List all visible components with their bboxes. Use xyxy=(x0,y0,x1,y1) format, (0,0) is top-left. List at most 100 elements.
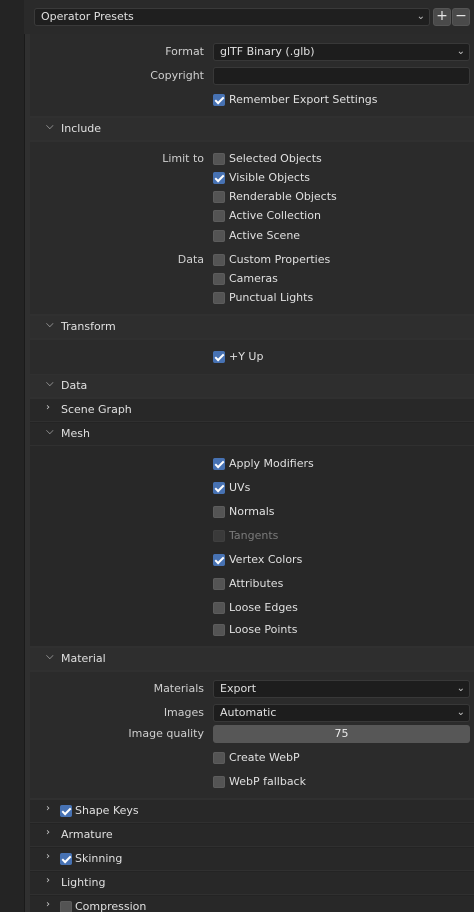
shape-keys-header[interactable]: › Shape Keys xyxy=(30,800,474,822)
materials-value: Export xyxy=(220,682,257,695)
punctual-lights-checkbox[interactable] xyxy=(213,292,225,304)
custom-properties-checkbox[interactable] xyxy=(213,254,225,266)
visible-objects-checkbox[interactable] xyxy=(213,172,225,184)
material-title: Material xyxy=(61,652,106,665)
y-up-label: +Y Up xyxy=(229,350,264,363)
selected-objects-checkbox[interactable] xyxy=(213,153,225,165)
shape-keys-checkbox[interactable] xyxy=(60,805,72,817)
active-collection-checkbox[interactable] xyxy=(213,210,225,222)
include-panel xyxy=(30,142,474,314)
copyright-input[interactable] xyxy=(213,67,470,85)
operator-presets-dropdown[interactable]: Operator Presets ⌄ xyxy=(34,8,430,26)
attributes-label: Attributes xyxy=(229,577,284,590)
images-label: Images xyxy=(163,706,204,719)
shape-keys-title: Shape Keys xyxy=(75,804,139,817)
chevron-right-icon: › xyxy=(46,899,50,910)
selected-objects-label: Selected Objects xyxy=(229,152,322,165)
normals-label: Normals xyxy=(229,505,275,518)
skinning-checkbox[interactable] xyxy=(60,853,72,865)
lighting-title: Lighting xyxy=(61,876,106,889)
cameras-checkbox[interactable] xyxy=(213,273,225,285)
chevron-right-icon: › xyxy=(46,875,50,886)
active-scene-label: Active Scene xyxy=(229,229,301,242)
active-collection-label: Active Collection xyxy=(229,209,321,222)
chevron-down-icon: ⌄ xyxy=(456,46,465,57)
format-value: glTF Binary (.glb) xyxy=(220,45,315,58)
chevron-down-icon: ⌵ xyxy=(46,426,54,437)
renderable-objects-checkbox[interactable] xyxy=(213,191,225,203)
armature-title: Armature xyxy=(61,828,113,841)
materials-dropdown[interactable]: Export ⌄ xyxy=(213,680,470,698)
chevron-right-icon: › xyxy=(46,803,50,814)
compression-checkbox[interactable] xyxy=(60,901,72,912)
visible-objects-label: Visible Objects xyxy=(229,171,310,184)
apply-modifiers-checkbox[interactable] xyxy=(213,458,225,470)
format-label: Format xyxy=(165,45,204,58)
scene-graph-subheader[interactable]: › Scene Graph xyxy=(30,399,474,421)
format-dropdown[interactable]: glTF Binary (.glb) ⌄ xyxy=(213,43,470,61)
mesh-panel xyxy=(30,446,474,646)
lighting-header[interactable]: › Lighting xyxy=(30,872,474,894)
data-title: Data xyxy=(61,379,88,392)
uvs-checkbox[interactable] xyxy=(213,482,225,494)
create-webp-label: Create WebP xyxy=(229,751,300,764)
tangents-label: Tangents xyxy=(229,529,279,542)
armature-header[interactable]: › Armature xyxy=(30,824,474,846)
transform-title: Transform xyxy=(61,320,116,333)
left-strip xyxy=(0,0,25,912)
punctual-lights-label: Punctual Lights xyxy=(229,291,314,304)
renderable-objects-label: Renderable Objects xyxy=(229,190,337,203)
chevron-right-icon: › xyxy=(46,851,50,862)
chevron-down-icon: ⌄ xyxy=(456,683,465,694)
materials-label: Materials xyxy=(153,682,204,695)
vertex-colors-checkbox[interactable] xyxy=(213,554,225,566)
copyright-label: Copyright xyxy=(150,69,204,82)
remember-settings-label: Remember Export Settings xyxy=(229,93,378,106)
chevron-down-icon: ⌵ xyxy=(46,121,54,132)
loose-points-checkbox[interactable] xyxy=(213,624,225,636)
webp-fallback-label: WebP fallback xyxy=(229,775,306,788)
transform-section-header[interactable]: ⌵ Transform xyxy=(30,316,474,338)
chevron-down-icon: ⌄ xyxy=(456,707,465,718)
loose-edges-checkbox[interactable] xyxy=(213,602,225,614)
active-scene-checkbox[interactable] xyxy=(213,230,225,242)
chevron-down-icon: ⌄ xyxy=(416,11,425,22)
attributes-checkbox[interactable] xyxy=(213,578,225,590)
compression-title: Compression xyxy=(75,900,147,912)
create-webp-checkbox[interactable] xyxy=(213,752,225,764)
data-section-header[interactable]: ⌵ Data xyxy=(30,375,474,397)
remember-settings-checkbox[interactable] xyxy=(213,94,225,106)
images-dropdown[interactable]: Automatic ⌄ xyxy=(213,704,470,722)
chevron-down-icon: ⌵ xyxy=(46,378,54,389)
tangents-checkbox[interactable] xyxy=(213,530,225,542)
loose-points-label: Loose Points xyxy=(229,623,298,636)
image-quality-slider[interactable]: 75 xyxy=(213,725,470,743)
custom-properties-label: Custom Properties xyxy=(229,253,331,266)
webp-fallback-checkbox[interactable] xyxy=(213,776,225,788)
material-section-header[interactable]: ⌵ Material xyxy=(30,648,474,670)
add-preset-button[interactable]: + xyxy=(433,8,451,26)
mesh-subheader[interactable]: ⌵ Mesh xyxy=(30,423,474,445)
image-quality-label: Image quality xyxy=(128,727,204,740)
loose-edges-label: Loose Edges xyxy=(229,601,298,614)
uvs-label: UVs xyxy=(229,481,251,494)
mesh-title: Mesh xyxy=(61,427,90,440)
compression-header[interactable]: › Compression xyxy=(30,896,474,912)
data-label: Data xyxy=(177,253,204,266)
operator-presets-label: Operator Presets xyxy=(41,10,134,23)
scene-graph-title: Scene Graph xyxy=(61,403,132,416)
apply-modifiers-label: Apply Modifiers xyxy=(229,457,314,470)
y-up-checkbox[interactable] xyxy=(213,351,225,363)
skinning-title: Skinning xyxy=(75,852,123,865)
vertex-colors-label: Vertex Colors xyxy=(229,553,303,566)
normals-checkbox[interactable] xyxy=(213,506,225,518)
remove-preset-button[interactable]: − xyxy=(452,8,470,26)
chevron-down-icon: ⌵ xyxy=(46,319,54,330)
include-section-header[interactable]: ⌵ Include xyxy=(30,118,474,140)
chevron-down-icon: ⌵ xyxy=(46,651,54,662)
limit-to-label: Limit to xyxy=(162,152,204,165)
cameras-label: Cameras xyxy=(229,272,278,285)
skinning-header[interactable]: › Skinning xyxy=(30,848,474,870)
include-title: Include xyxy=(61,122,102,135)
chevron-right-icon: › xyxy=(46,402,50,413)
